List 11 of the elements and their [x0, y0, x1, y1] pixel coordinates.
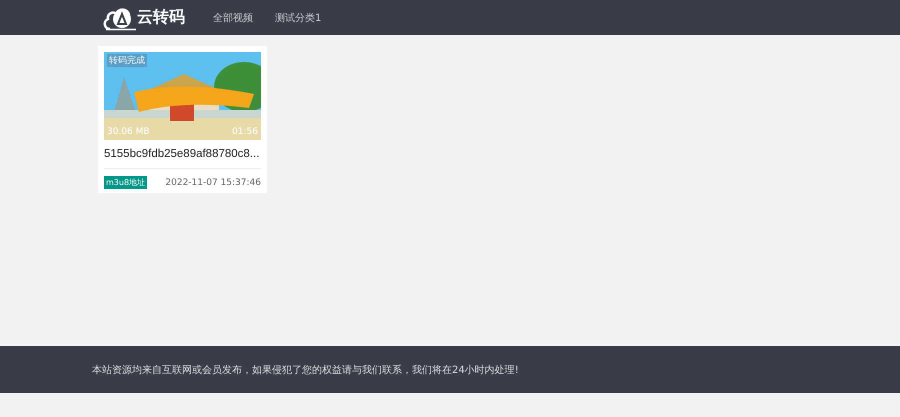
video-card[interactable]: 转码完成 30.06 MB 01:56 5155bc9fdb25e89af88780c8... m3u8地址 2022-11-07 15:37:46	[98, 46, 267, 193]
video-duration: 01:56	[232, 127, 258, 137]
nav-link[interactable]: 测试分类1	[275, 10, 322, 24]
m3u8-link[interactable]: m3u8地址	[104, 176, 148, 189]
status-badge: 转码完成	[107, 54, 147, 67]
file-size: 30.06 MB	[107, 127, 150, 137]
nav-link[interactable]: 全部视频	[213, 10, 253, 24]
video-title[interactable]: 5155bc9fdb25e89af88780c8...	[104, 148, 261, 169]
footer-notice: 本站资源均来自互联网或会员发布，如果侵犯了您的权益请与我们联系，我们将在24小时内处理!	[92, 364, 519, 376]
upload-date: 2022-11-07 15:37:46	[165, 178, 261, 188]
site-logo-text[interactable]: 云转码	[137, 7, 185, 28]
